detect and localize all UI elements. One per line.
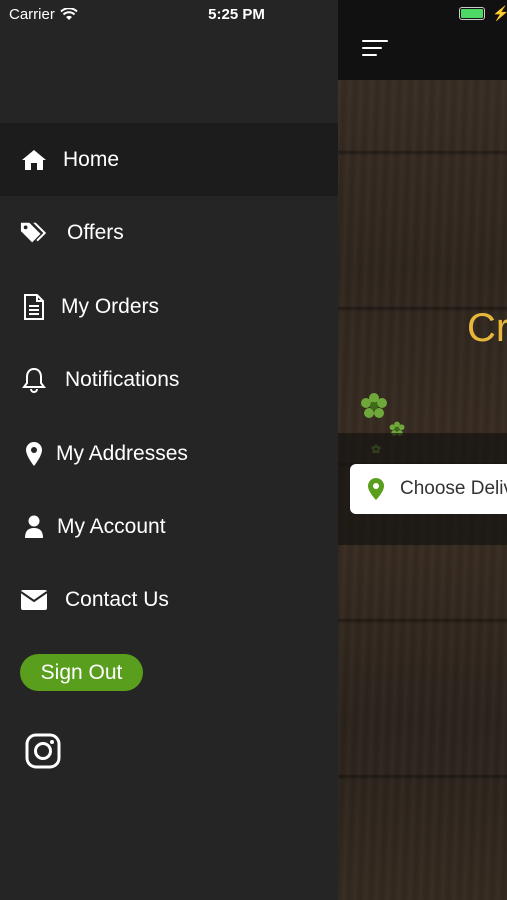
- menu-item-label: Offers: [67, 220, 124, 244]
- side-drawer: Home Offers My Orders Notifications My A…: [0, 0, 338, 900]
- menu-item-offers[interactable]: Offers: [0, 196, 338, 269]
- menu-item-my-account[interactable]: My Account: [0, 490, 338, 563]
- charging-icon: ⚡: [492, 5, 507, 21]
- battery-icon: [459, 7, 485, 20]
- user-icon: [20, 513, 48, 541]
- menu-item-label: My Account: [57, 514, 166, 538]
- hamburger-menu-icon[interactable]: [362, 40, 388, 62]
- map-pin-icon: [368, 478, 384, 500]
- menu-item-label: My Orders: [61, 294, 160, 318]
- envelope-icon: [20, 586, 48, 614]
- tags-icon: [20, 219, 48, 247]
- sign-out-button[interactable]: Sign Out: [20, 654, 143, 691]
- menu-item-my-orders[interactable]: My Orders: [0, 270, 338, 343]
- document-icon: [20, 293, 48, 321]
- menu-item-label: Home: [63, 147, 120, 171]
- menu-item-notifications[interactable]: Notifications: [0, 343, 338, 416]
- map-pin-icon: [20, 440, 48, 468]
- delivery-location-text: Choose Deliv: [400, 478, 507, 499]
- clock: 5:25 PM: [208, 6, 265, 23]
- menu-item-label: Contact Us: [65, 587, 169, 611]
- menu-item-home[interactable]: Home: [0, 123, 338, 196]
- bell-icon: [20, 366, 48, 394]
- menu-item-contact-us[interactable]: Contact Us: [0, 563, 338, 636]
- instagram-icon[interactable]: [25, 733, 61, 769]
- menu-item-label: My Addresses: [56, 441, 188, 465]
- menu-item-my-addresses[interactable]: My Addresses: [0, 417, 338, 490]
- status-bar: Carrier 5:25 PM ⚡: [0, 0, 507, 28]
- hero-title: Cr: [467, 306, 507, 350]
- menu-item-label: Notifications: [65, 367, 180, 391]
- home-icon: [20, 146, 48, 174]
- flower-icon: [361, 393, 387, 418]
